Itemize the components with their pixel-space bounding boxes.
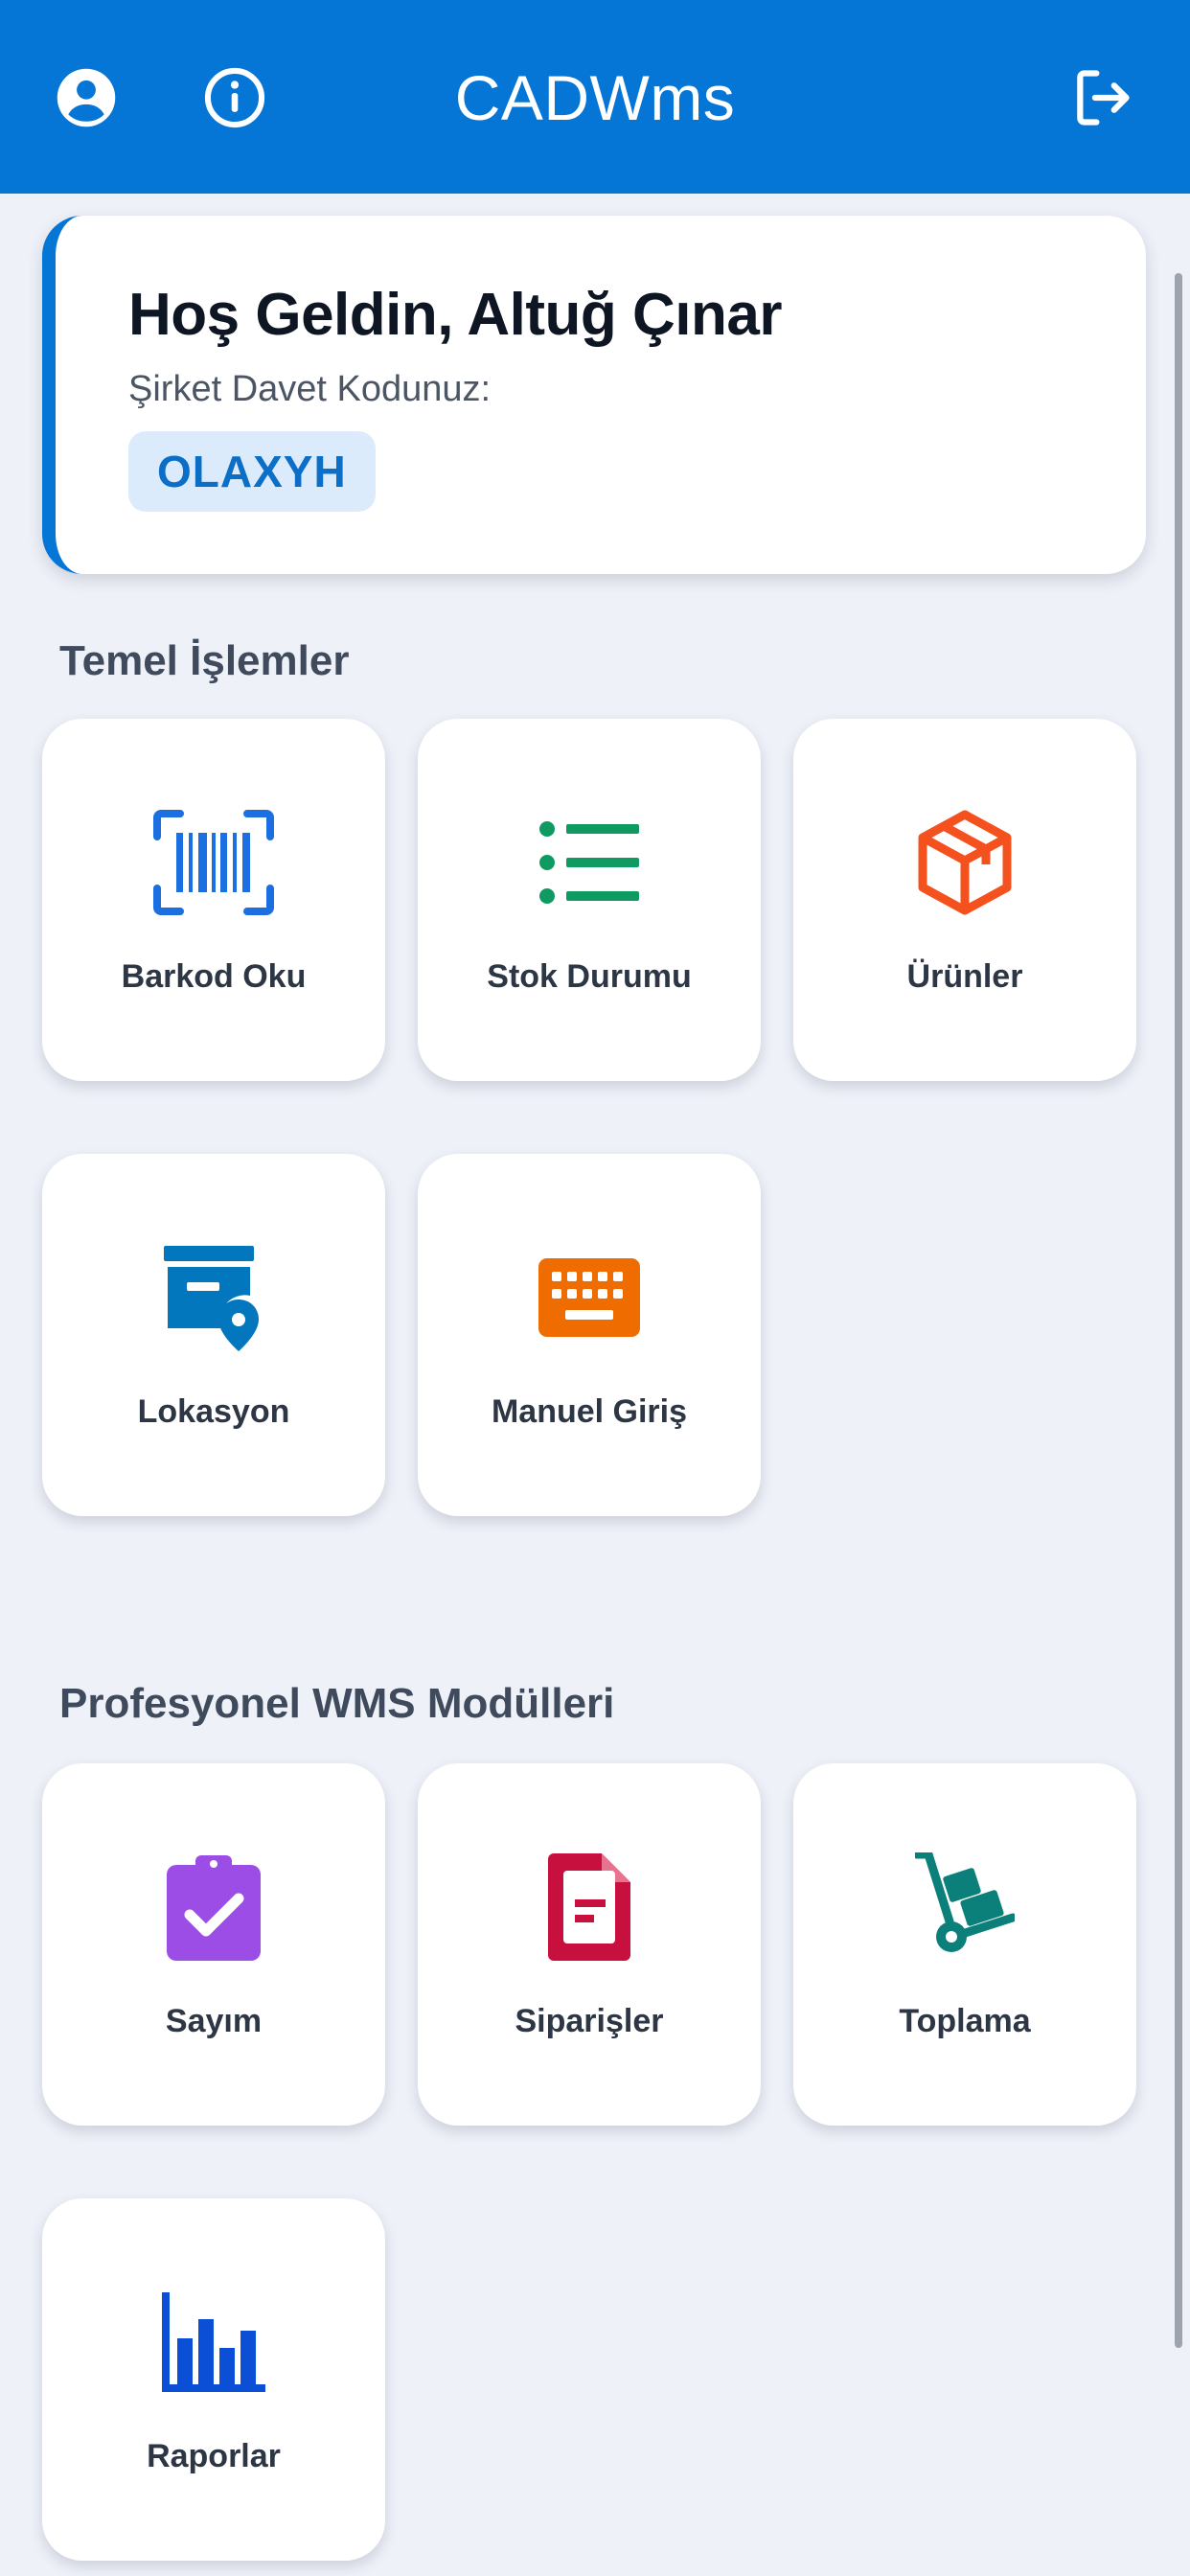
tile-label: Ürünler bbox=[906, 958, 1023, 995]
logout-button[interactable] bbox=[1064, 59, 1140, 136]
invite-code-label: Şirket Davet Kodunuz: bbox=[128, 369, 492, 409]
tile-label: Lokasyon bbox=[137, 1393, 290, 1430]
home-screen: CADWms Hoş Geldin, Altuğ Çınar Şirket Da… bbox=[0, 0, 1190, 2576]
tile-count[interactable]: Sayım bbox=[42, 1763, 385, 2126]
tile-products[interactable]: Ürünler bbox=[793, 719, 1136, 1081]
tile-orders[interactable]: Siparişler bbox=[418, 1763, 761, 2126]
document-icon bbox=[548, 1853, 630, 1961]
keyboard-icon bbox=[538, 1258, 640, 1337]
package-box-icon bbox=[918, 810, 1012, 915]
tile-label: Sayım bbox=[165, 2003, 263, 2039]
account-circle-icon bbox=[57, 68, 116, 127]
hand-truck-icon bbox=[915, 1852, 1015, 1952]
invite-code-badge: OLAXYH bbox=[128, 431, 376, 512]
welcome-title: Hoş Geldin, Altuğ Çınar bbox=[128, 282, 783, 348]
tile-label: Barkod Oku bbox=[121, 958, 307, 995]
warehouse-location-icon bbox=[164, 1246, 259, 1351]
welcome-card: Hoş Geldin, Altuğ Çınar Şirket Davet Kod… bbox=[42, 216, 1146, 574]
info-circle-icon bbox=[204, 67, 265, 128]
tile-stock-status[interactable]: Stok Durumu bbox=[418, 719, 761, 1081]
profile-button[interactable] bbox=[48, 59, 125, 136]
tile-label: Toplama bbox=[899, 2003, 1031, 2039]
barcode-scan-icon bbox=[153, 810, 274, 915]
bar-chart-icon bbox=[162, 2292, 265, 2392]
tile-reports[interactable]: Raporlar bbox=[42, 2198, 385, 2561]
scrollbar[interactable] bbox=[1175, 273, 1182, 2348]
info-button[interactable] bbox=[196, 59, 273, 136]
tile-manual-entry[interactable]: Manuel Giriş bbox=[418, 1154, 761, 1516]
clipboard-check-icon bbox=[167, 1855, 261, 1961]
tile-label: Stok Durumu bbox=[487, 958, 692, 995]
scrollbar-thumb[interactable] bbox=[1175, 273, 1182, 2348]
tile-label: Manuel Giriş bbox=[491, 1393, 688, 1430]
tile-barcode-scan[interactable]: Barkod Oku bbox=[42, 719, 385, 1081]
list-icon bbox=[539, 821, 639, 904]
tile-label: Siparişler bbox=[515, 2003, 664, 2039]
app-title: CADWms bbox=[454, 62, 736, 133]
logout-icon bbox=[1077, 70, 1130, 126]
section-title-basic: Temel İşlemler bbox=[59, 637, 350, 684]
app-header: CADWms bbox=[0, 0, 1190, 194]
tile-picking[interactable]: Toplama bbox=[793, 1763, 1136, 2126]
tile-label: Raporlar bbox=[147, 2438, 281, 2474]
tile-location[interactable]: Lokasyon bbox=[42, 1154, 385, 1516]
section-title-pro: Profesyonel WMS Modülleri bbox=[59, 1680, 615, 1727]
